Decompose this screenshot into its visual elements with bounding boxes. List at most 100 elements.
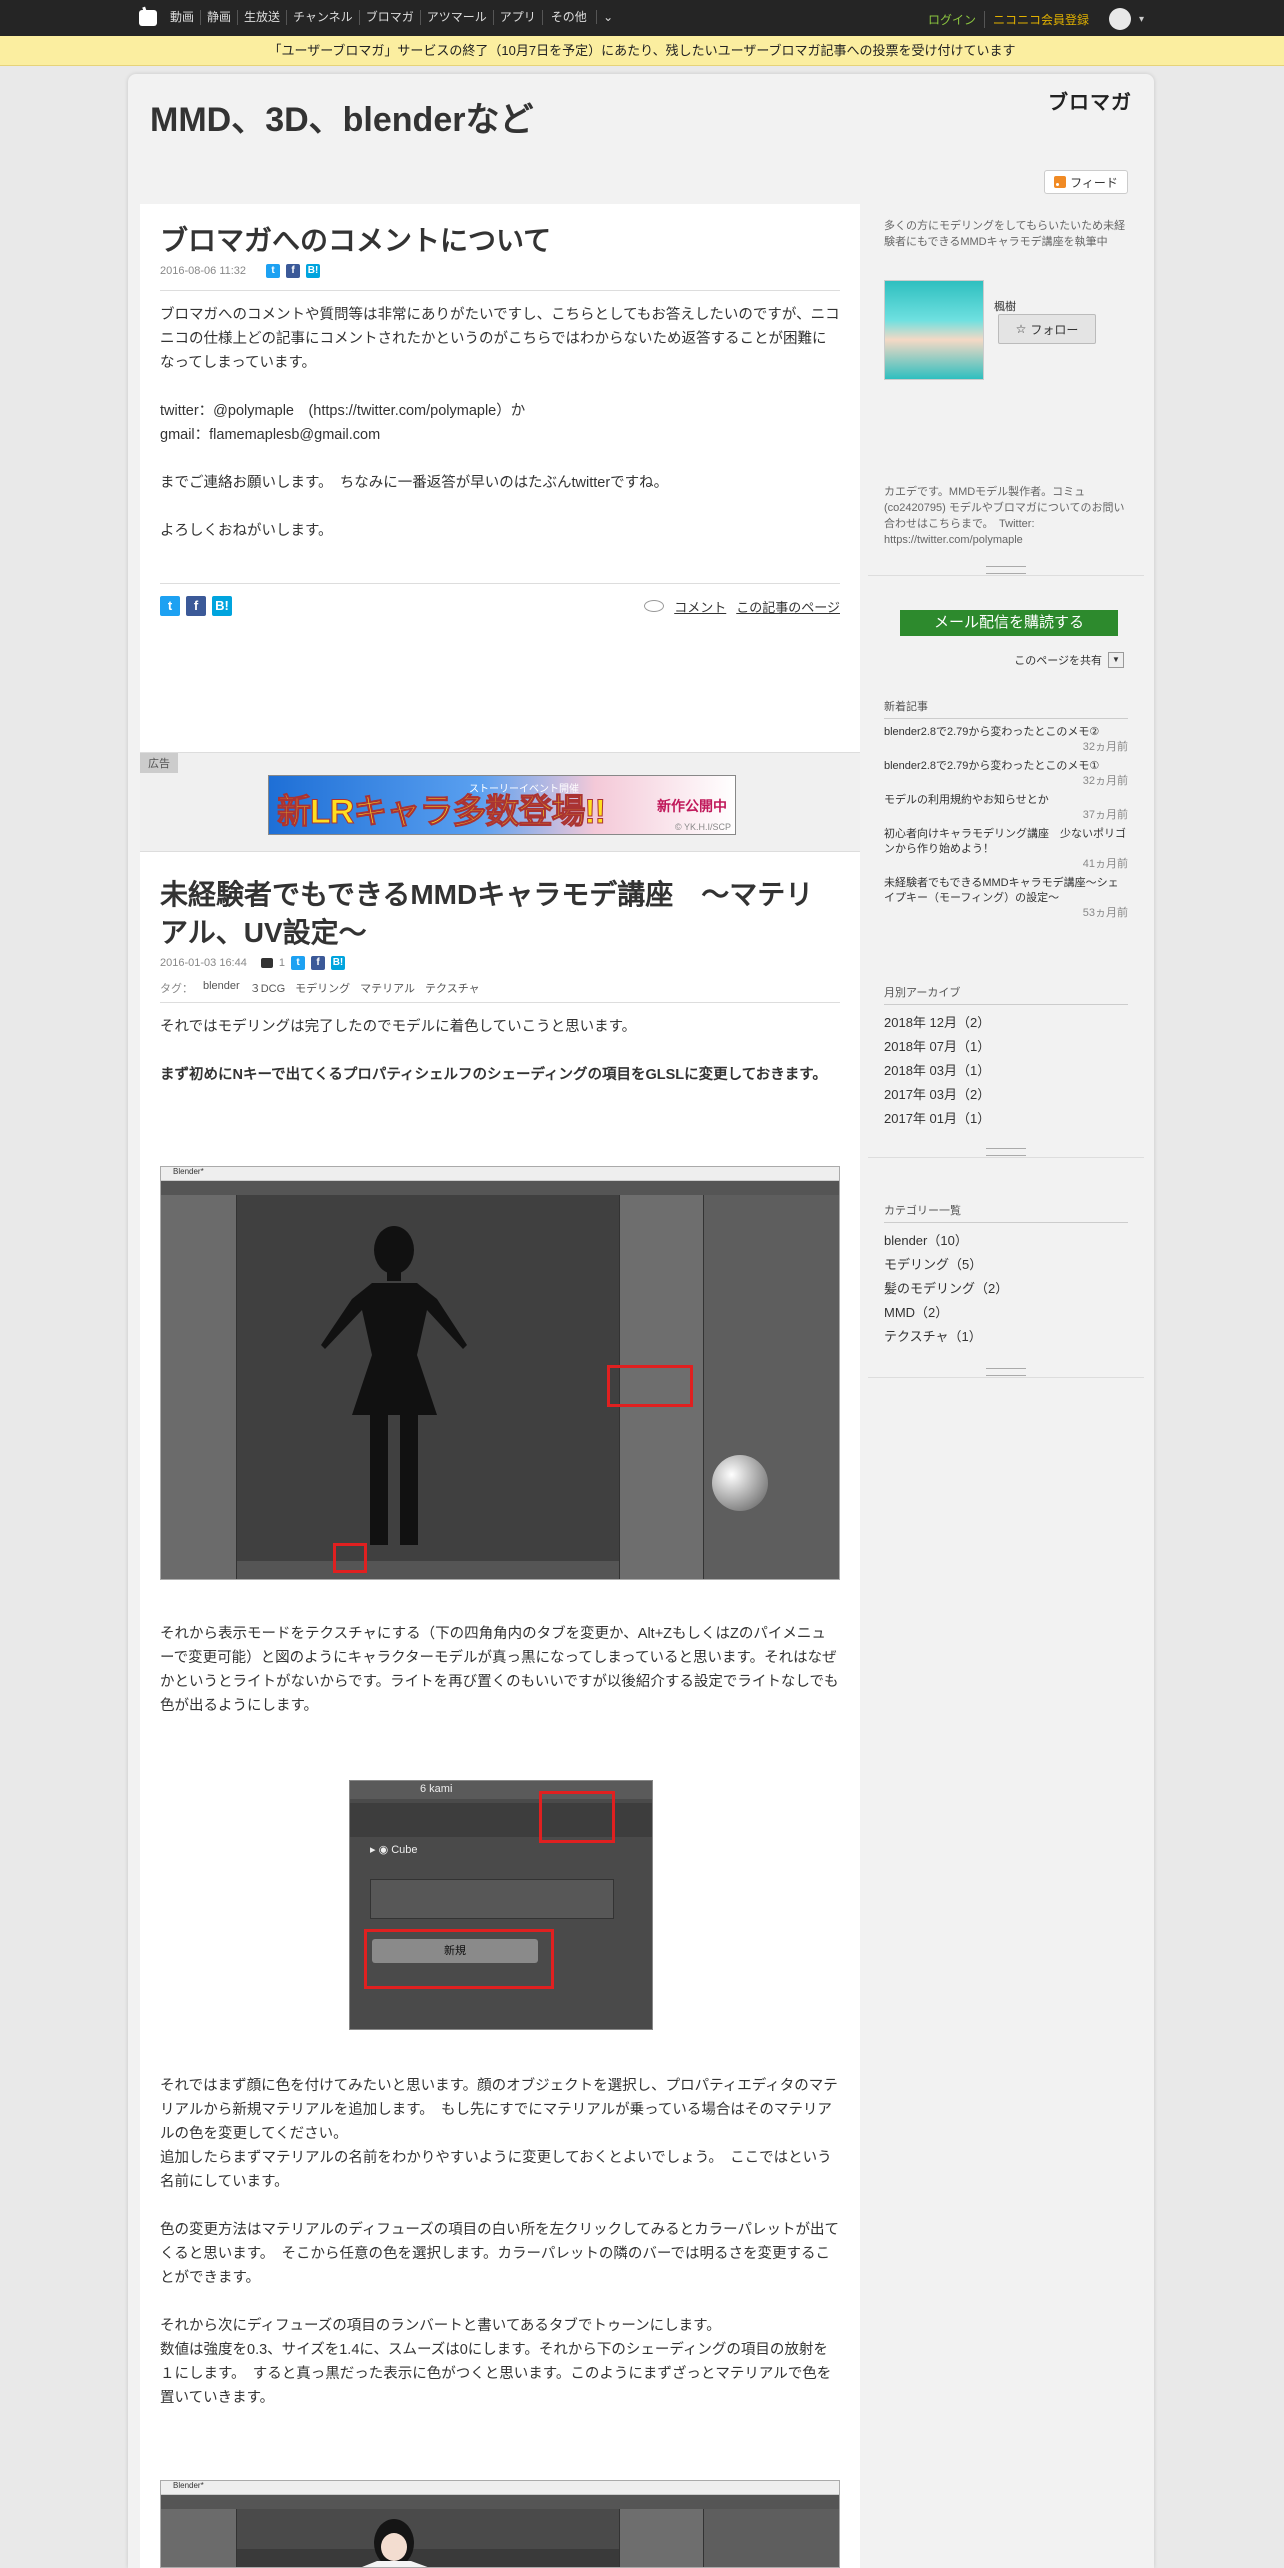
body-paragraph: 追加したらまずマテリアルの名前をわかりやすいように変更しておくとよいでしょう。 …: [160, 2150, 832, 2190]
blog-title[interactable]: MMD、3D、blenderなど: [150, 92, 533, 141]
archive-item[interactable]: 2017年 01月（1）: [884, 1107, 1128, 1131]
recent-article-item[interactable]: blender2.8で2.79から変わったとこのメモ① 32ヵ月前: [884, 759, 1128, 789]
nav-link-more[interactable]: その他 ⌄: [541, 10, 625, 25]
user-avatar-icon[interactable]: [1108, 8, 1131, 30]
tag-item[interactable]: テクスチャ: [425, 980, 480, 996]
hatena-bookmark-icon[interactable]: B!: [306, 264, 321, 278]
share-page-label: このページを共有: [1014, 655, 1102, 667]
archive-item[interactable]: 2018年 03月（1）: [884, 1059, 1128, 1083]
follow-label: フォロー: [1030, 322, 1079, 337]
nav-link-live[interactable]: 生放送: [237, 10, 286, 25]
nav-account: ログイン ニコニコ会員登録 ▾: [928, 8, 1144, 30]
article-page-link[interactable]: この記事のページ: [736, 597, 840, 616]
divider: [160, 1002, 840, 1003]
share-dropdown-icon[interactable]: ▼: [1108, 652, 1124, 668]
author-name[interactable]: 楓樹: [994, 298, 1016, 314]
recent-article-title: blender2.8で2.79から変わったとこのメモ②: [884, 726, 1100, 738]
comment-count-icon: [260, 958, 273, 968]
tag-item[interactable]: ３DCG: [250, 980, 285, 996]
article-title[interactable]: ブロマガへのコメントについて: [160, 222, 840, 260]
hatena-bookmark-icon[interactable]: B!: [330, 956, 345, 970]
article-footer: t f B! コメント この記事のページ: [160, 596, 840, 616]
chevron-down-icon: ⌄: [596, 10, 620, 24]
recent-article-age: 32ヵ月前: [1082, 741, 1128, 753]
recent-article-title: モデルの利用規約やお知らせとか: [884, 794, 1049, 806]
nav-link-channel[interactable]: チャンネル: [286, 10, 359, 25]
recent-articles: 新着記事 blender2.8で2.79から変わったとこのメモ② 32ヵ月前 b…: [868, 698, 1144, 925]
category-item[interactable]: blender（10）: [884, 1229, 1128, 1253]
service-notice-banner[interactable]: 「ユーザーブロマガ」サービスの終了（10月7日を予定）にあたり、残したいユーザー…: [0, 36, 1284, 66]
section-divider: [868, 1146, 1144, 1158]
login-link[interactable]: ログイン: [928, 11, 976, 28]
character-colored-preview: [362, 2519, 428, 2567]
twitter-share-icon[interactable]: t: [290, 956, 305, 970]
tag-item[interactable]: blender: [203, 980, 240, 996]
highlight-box-viewport-mode: [333, 1543, 367, 1573]
screenshot-outliner: [703, 1195, 839, 1579]
author-avatar[interactable]: [884, 280, 984, 380]
tag-item[interactable]: マテリアル: [360, 980, 415, 996]
archive-item[interactable]: 2018年 07月（1）: [884, 1035, 1128, 1059]
category-item[interactable]: モデリング（5）: [884, 1253, 1128, 1277]
recent-article-item[interactable]: 初心者向けキャラモデリング講座 少ないポリゴンから作り始めよう！ 41ヵ月前: [884, 827, 1128, 872]
comment-link[interactable]: コメント: [674, 597, 726, 616]
body-paragraph: までご連絡お願いします。 ちなみに一番返答が早いのはたぶんtwitterですね。: [160, 475, 669, 491]
tags-label: タグ：: [160, 983, 193, 995]
nav-link-blomaga[interactable]: ブロマガ: [358, 10, 420, 25]
screenshot-tool-shelf: [161, 1195, 237, 1579]
screenshot-titlebar: Blender*: [161, 1167, 839, 1181]
category-item[interactable]: 髪のモデリング（2）: [884, 1277, 1128, 1301]
author-description-text: カエデです。MMDモデル製作者。コミュ(co2420795) モデルやブロマガに…: [884, 486, 1125, 546]
highlight-box-material-tab: [539, 1791, 615, 1843]
category-item[interactable]: テクスチャ（1）: [884, 1325, 1128, 1349]
recent-article-item[interactable]: 未経験者でもできるMMDキャラモデ講座～シェイプキー（モーフィング）の設定～ 5…: [884, 876, 1128, 921]
recent-article-item[interactable]: blender2.8で2.79から変わったとこのメモ② 32ヵ月前: [884, 725, 1128, 755]
blomaga-logo[interactable]: ブロマガ: [1048, 86, 1132, 115]
chevron-down-icon[interactable]: ▾: [1139, 14, 1144, 25]
recent-article-title: blender2.8で2.79から変わったとこのメモ①: [884, 760, 1100, 772]
ad-banner[interactable]: 新LRキャラ多数登場!! ストーリーイベント開催 新作公開中 © YK.H.I/…: [268, 775, 736, 835]
archive-item[interactable]: 2017年 03月（2）: [884, 1083, 1128, 1107]
facebook-share-icon[interactable]: f: [186, 596, 206, 616]
material-slot-list: [370, 1879, 614, 1919]
nav-link-video[interactable]: 動画: [168, 10, 200, 25]
hatena-bookmark-icon[interactable]: B!: [212, 596, 232, 616]
star-icon: ☆: [1015, 322, 1027, 336]
facebook-share-icon[interactable]: f: [286, 264, 301, 278]
body-paragraph: それではモデリングは完了したのでモデルに着色していこうと思います。: [160, 1019, 637, 1035]
body-paragraph: それから次にディフューズの項目のランバートと書いてあるタブでトゥーンにします。: [160, 2318, 721, 2334]
comment-count[interactable]: 1: [279, 957, 285, 969]
recent-article-title: 初心者向けキャラモデリング講座 少ないポリゴンから作り始めよう！: [884, 828, 1126, 855]
blender-screenshot-3: Blender*: [160, 2480, 840, 2568]
body-paragraph: よろしくおねがいします。: [160, 523, 333, 539]
niconico-logo-icon[interactable]: [139, 10, 157, 26]
follow-button[interactable]: ☆ フォロー: [998, 314, 1096, 344]
register-link[interactable]: ニコニコ会員登録: [983, 10, 1089, 28]
object-name: ▸ ◉ Cube: [370, 1844, 418, 1856]
feed-button[interactable]: フィード: [1044, 170, 1128, 194]
article-title[interactable]: 未経験者でもできるMMDキャラモデ講座 ～マテリアル、UV設定～: [160, 876, 840, 952]
ad-banner-right-text: 新作公開中: [657, 798, 727, 814]
twitter-share-icon[interactable]: t: [160, 596, 180, 616]
body-paragraph: ブロマガへのコメントや質問等は非常にありがたいですし、こちらとしてもお答えしたい…: [160, 307, 840, 371]
article-links: コメント この記事のページ: [644, 597, 840, 616]
screenshot-menubar: [161, 1181, 839, 1195]
recent-article-age: 32ヵ月前: [1082, 775, 1128, 787]
material-preview-sphere: [712, 1455, 768, 1511]
mail-subscribe-button[interactable]: メール配信を購読する: [900, 610, 1118, 636]
divider: [160, 583, 840, 584]
recent-article-item[interactable]: モデルの利用規約やお知らせとか 37ヵ月前: [884, 793, 1128, 823]
archive-title: 月別アーカイブ: [884, 984, 1128, 1005]
category-item[interactable]: MMD（2）: [884, 1301, 1128, 1325]
recent-article-age: 37ヵ月前: [1082, 809, 1128, 821]
tag-item[interactable]: モデリング: [295, 980, 350, 996]
screenshot-outliner: [703, 2509, 839, 2567]
facebook-share-icon[interactable]: f: [310, 956, 325, 970]
nav-link-seiga[interactable]: 静画: [200, 10, 237, 25]
nav-link-atsumaru[interactable]: アツマール: [419, 10, 493, 25]
archive-item[interactable]: 2018年 12月（2）: [884, 1011, 1128, 1035]
nav-link-app[interactable]: アプリ: [492, 10, 542, 25]
screenshot-properties-shelf: [619, 2509, 703, 2567]
recent-article-title: 未経験者でもできるMMDキャラモデ講座～シェイプキー（モーフィング）の設定～: [884, 877, 1119, 904]
twitter-share-icon[interactable]: t: [266, 264, 281, 278]
